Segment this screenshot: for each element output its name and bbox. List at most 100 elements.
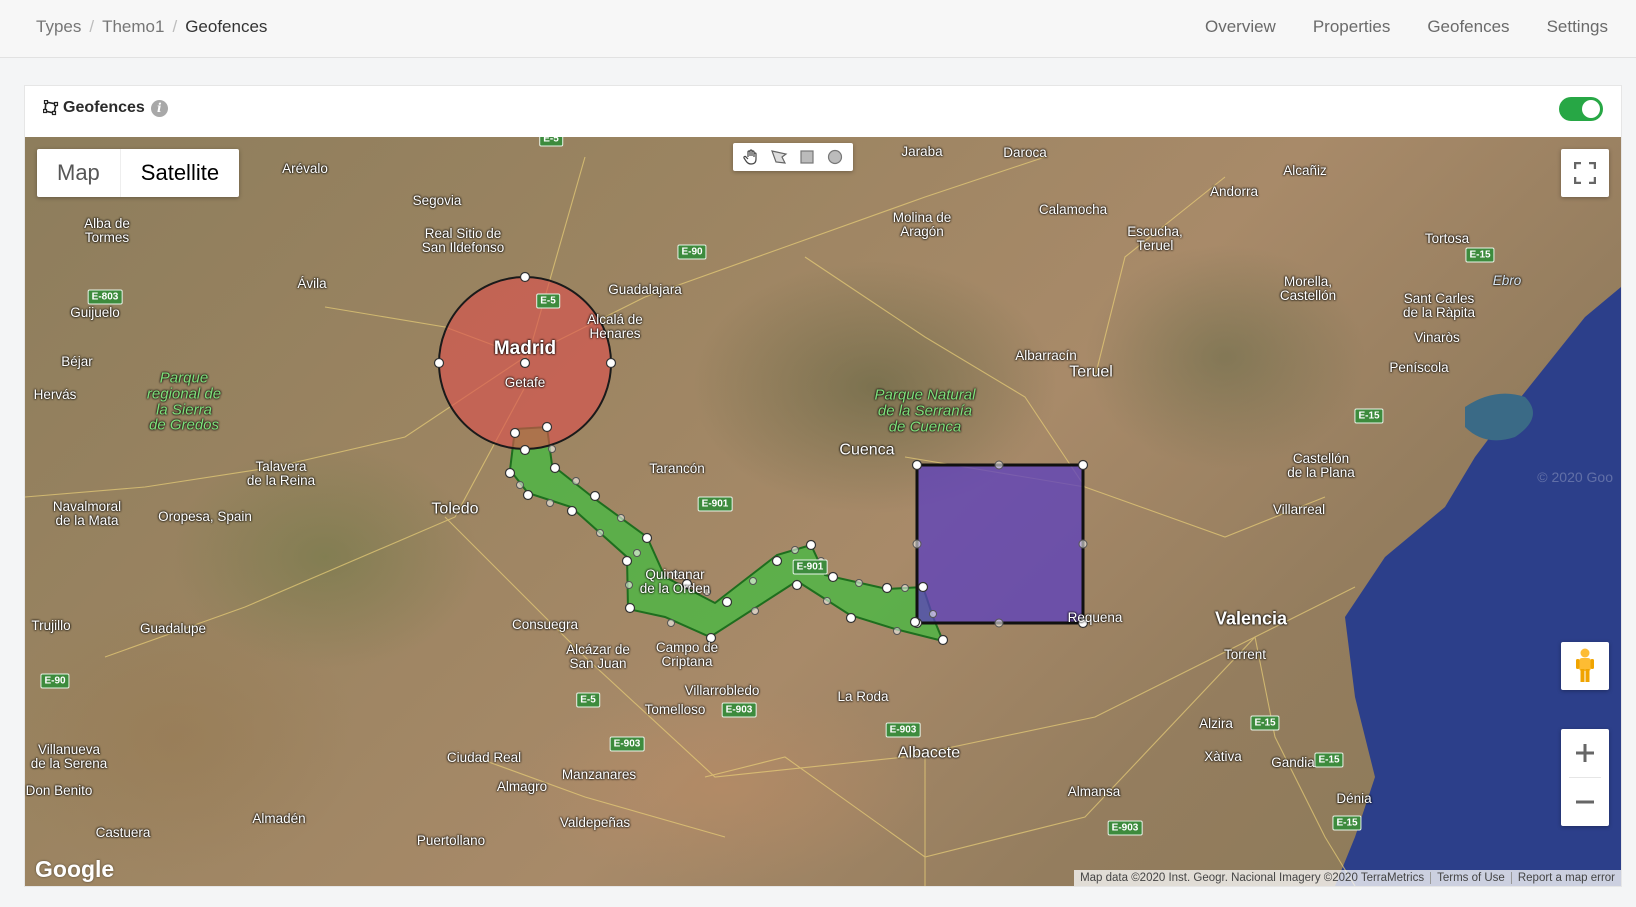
map-place-label: Tortosa xyxy=(1424,230,1470,246)
map-road-label: E-15 xyxy=(1354,408,1384,424)
google-logo[interactable]: Google xyxy=(35,856,114,883)
panel-title: Geofences i xyxy=(43,99,168,117)
toggle-knob xyxy=(1582,100,1600,118)
map-road-label: E-15 xyxy=(1332,815,1362,831)
nav-properties[interactable]: Properties xyxy=(1313,17,1390,37)
terms-of-use-link[interactable]: Terms of Use xyxy=(1430,872,1505,884)
map-road-label: E-15 xyxy=(1465,247,1495,263)
map-place-label: Gandia xyxy=(1271,754,1315,770)
map-attribution: Map data ©2020 Inst. Geogr. Nacional Ima… xyxy=(1074,870,1621,886)
map-place-label: Sant Carles de la Ràpita xyxy=(1402,290,1476,320)
map-place-label: Morella, Castellón xyxy=(1279,273,1337,303)
map-place-label: La Roda xyxy=(837,688,889,704)
attribution-text: Map data ©2020 Inst. Geogr. Nacional Ima… xyxy=(1080,872,1425,884)
geofence-rectangle[interactable] xyxy=(915,463,1085,625)
map-place-label: Castellón de la Plana xyxy=(1287,450,1355,480)
map-place-label: Cuenca xyxy=(839,441,895,459)
street-view-pegman-button[interactable] xyxy=(1561,642,1609,690)
zoom-in-button[interactable] xyxy=(1561,729,1609,777)
map-place-label: Teruel xyxy=(1069,363,1113,381)
map-place-label: Requena xyxy=(1067,609,1123,625)
map-road-label: E-903 xyxy=(721,702,757,718)
map-place-label: Vinaròs xyxy=(1414,329,1460,345)
map-place-label: Béjar xyxy=(61,353,93,369)
map-place-label: Trujillo xyxy=(31,617,71,633)
map-type-satellite-button[interactable]: Satellite xyxy=(119,149,239,197)
map-place-label: Alcázar de San Juan xyxy=(566,641,630,671)
rectangle-icon[interactable] xyxy=(793,143,821,171)
breadcrumb: Types / Themo1 / Geofences xyxy=(36,17,267,37)
map-place-label: Escucha, Teruel xyxy=(1127,223,1183,253)
map-place-label: Tarancón xyxy=(649,460,705,476)
map-type-control: Map Satellite xyxy=(37,149,240,197)
breadcrumb-type-name[interactable]: Themo1 xyxy=(102,17,164,37)
geofences-enabled-toggle[interactable] xyxy=(1559,97,1603,121)
map-place-label: Guijuelo xyxy=(70,304,120,320)
breadcrumb-separator: / xyxy=(172,17,178,36)
map-place-label: Getafe xyxy=(504,374,546,390)
map-road-label: E-90 xyxy=(677,244,707,260)
zoom-out-button[interactable] xyxy=(1561,778,1609,826)
map-place-label: Jaraba xyxy=(901,143,943,159)
satellite-map[interactable]: Arévalo Segovia Alba de Tormes Real Sitio de… xyxy=(25,137,1621,886)
map-watermark: © 2020 Goo xyxy=(1537,469,1613,485)
map-road-label: E-5 xyxy=(576,692,600,708)
map-place-label: Quintanar de la Orden xyxy=(639,566,711,596)
map-place-label: Oropesa, Spain xyxy=(158,508,252,524)
hand-icon[interactable] xyxy=(737,143,765,171)
drawing-toolbar xyxy=(733,143,853,171)
map-road-label: E-15 xyxy=(1250,715,1280,731)
map-place-label: Almadén xyxy=(252,810,306,826)
polygon-icon[interactable] xyxy=(765,143,793,171)
map-place-label: Almagro xyxy=(496,778,548,794)
map-place-label: Puertollano xyxy=(416,832,486,848)
breadcrumb-types[interactable]: Types xyxy=(36,17,81,37)
map-place-label: Manzanares xyxy=(561,766,637,782)
map-place-label: Guadalupe xyxy=(139,620,207,636)
map-road-label: E-903 xyxy=(885,722,921,738)
fullscreen-button[interactable] xyxy=(1561,149,1609,197)
map-place-label: Castuera xyxy=(95,824,151,840)
map-place-label: Dénia xyxy=(1336,790,1372,806)
map-type-map-button[interactable]: Map xyxy=(37,149,120,197)
map-place-label: Talavera de la Reina xyxy=(246,458,316,488)
map-place-label: Villarrobledo xyxy=(684,682,760,698)
map-place-label: Alba de Tormes xyxy=(84,215,130,245)
plus-icon xyxy=(1576,744,1594,762)
map-place-label: Consuegra xyxy=(511,616,579,632)
map-place-label: Valencia xyxy=(1214,608,1288,629)
nav-overview[interactable]: Overview xyxy=(1205,17,1276,37)
map-road-label: E-901 xyxy=(697,496,733,512)
map-place-label: Calamocha xyxy=(1038,201,1108,217)
map-place-label: Ebro xyxy=(1492,272,1522,288)
map-place-label: Real Sitio de San Ildefonso xyxy=(421,225,505,255)
map-place-label: Andorra xyxy=(1209,183,1259,199)
map-road-label: E-5 xyxy=(536,293,560,309)
map-road-label: E-903 xyxy=(609,736,645,752)
map-place-label: Campo de Criptana xyxy=(655,639,719,669)
map-place-label: Daroca xyxy=(1003,144,1047,160)
nav-geofences[interactable]: Geofences xyxy=(1427,17,1509,37)
geofence-overlays xyxy=(433,271,1089,646)
map-place-label: Madrid xyxy=(493,338,557,360)
map-road-label: E-803 xyxy=(87,289,123,305)
map-place-label: Almansa xyxy=(1067,783,1121,799)
map-road-label: E-15 xyxy=(1314,752,1344,768)
pegman-icon xyxy=(1576,648,1594,682)
minus-icon xyxy=(1576,800,1594,804)
map-park-label: Parque Natural de la Serranía de Cuenca xyxy=(874,386,976,435)
map-place-label: Toledo xyxy=(431,500,479,518)
geofence-icon xyxy=(43,100,59,116)
map-place-label: Valdepeñas xyxy=(559,814,631,830)
report-map-error-link[interactable]: Report a map error xyxy=(1510,872,1615,884)
map-place-label: Arévalo xyxy=(282,160,328,176)
map-road-label: E-901 xyxy=(792,559,828,575)
nav-settings[interactable]: Settings xyxy=(1547,17,1608,37)
circle-icon[interactable] xyxy=(821,143,849,171)
fullscreen-icon xyxy=(1574,162,1596,184)
map-place-label: Tomelloso xyxy=(644,701,706,717)
map-place-label: Alzira xyxy=(1199,715,1233,731)
map-place-label: Guadalajara xyxy=(608,281,682,297)
map-place-label: Villanueva de la Serena xyxy=(30,741,108,771)
info-icon[interactable]: i xyxy=(150,99,168,117)
